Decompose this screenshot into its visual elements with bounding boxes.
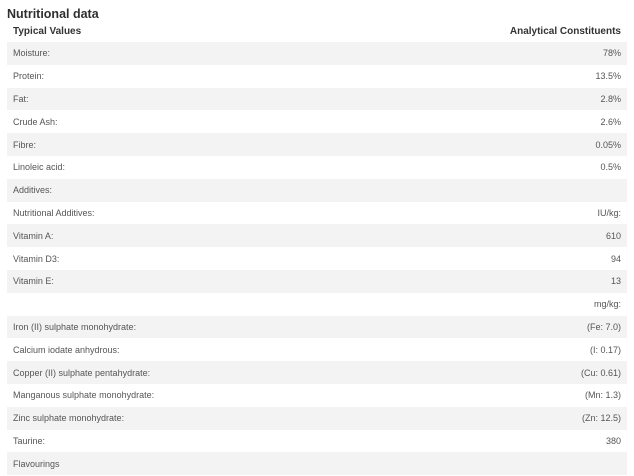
table-row: Linoleic acid: 0.5% <box>7 155 627 179</box>
row-label: Vitamin D3: <box>7 247 379 270</box>
row-label: Vitamin A: <box>7 224 379 248</box>
row-value: (Mn: 1.3) <box>379 383 627 407</box>
row-value: (Zn: 12.5) <box>379 406 627 430</box>
table-row: Zinc sulphate monohydrate: (Zn: 12.5) <box>7 406 627 430</box>
row-label: Additives: <box>7 178 379 202</box>
row-label: Fat: <box>7 87 379 111</box>
table-row: Fat: 2.8% <box>7 87 627 111</box>
table-row: Flavourings <box>7 452 627 476</box>
table-row: Protein: 13.5% <box>7 64 627 88</box>
row-label: Moisture: <box>7 42 379 65</box>
row-label <box>7 292 379 316</box>
header-typical-values: Typical Values <box>13 26 82 37</box>
table-row: Vitamin A: 610 <box>7 224 627 248</box>
table-row: Fibre: 0.05% <box>7 133 627 156</box>
table-row: Iron (II) sulphate monohydrate: (Fe: 7.0… <box>7 315 627 339</box>
table-row: Copper (II) sulphate pentahydrate: (Cu: … <box>7 361 627 384</box>
row-label: Taurine: <box>7 429 379 453</box>
table-row: Nutritional Additives: IU/kg: <box>7 201 627 225</box>
row-value: (Fe: 7.0) <box>379 315 627 339</box>
table-header-row: Typical Values Analytical Constituents <box>7 22 627 42</box>
row-value: 610 <box>379 224 627 248</box>
row-value: 2.8% <box>379 87 627 111</box>
row-value: 94 <box>379 247 627 270</box>
row-value: (I: 0.17) <box>379 338 627 362</box>
row-label: Iron (II) sulphate monohydrate: <box>7 315 379 339</box>
row-value: 380 <box>379 429 627 453</box>
row-label: Protein: <box>7 64 379 88</box>
nutrition-panel: Nutritional data Typical Values Analytic… <box>0 0 634 476</box>
row-value <box>379 452 627 476</box>
row-value: 13.5% <box>379 64 627 88</box>
table-row: Moisture: 78% <box>7 42 627 65</box>
row-label: Manganous sulphate monohydrate: <box>7 383 379 407</box>
row-value: (Cu: 0.61) <box>379 361 627 384</box>
row-value: 0.05% <box>379 133 627 156</box>
table-row: Crude Ash: 2.6% <box>7 110 627 134</box>
table-row: Calcium iodate anhydrous: (I: 0.17) <box>7 338 627 362</box>
row-label: Linoleic acid: <box>7 155 379 179</box>
table-row: mg/kg: <box>7 292 627 316</box>
table-row: Vitamin E: 13 <box>7 269 627 293</box>
row-label: Zinc sulphate monohydrate: <box>7 406 379 430</box>
row-value: IU/kg: <box>379 201 627 225</box>
row-value: 0.5% <box>379 155 627 179</box>
row-label: Crude Ash: <box>7 110 379 134</box>
row-label: Vitamin E: <box>7 269 379 293</box>
header-analytical-constituents: Analytical Constituents <box>509 26 621 37</box>
row-value: 2.6% <box>379 110 627 134</box>
row-value: 78% <box>379 42 627 65</box>
row-value: 13 <box>379 269 627 293</box>
row-value <box>379 178 627 202</box>
row-label: Flavourings <box>7 452 379 476</box>
table-row: Manganous sulphate monohydrate: (Mn: 1.3… <box>7 383 627 407</box>
nutrition-table: Typical Values Analytical Constituents M… <box>7 22 627 476</box>
row-label: Copper (II) sulphate pentahydrate: <box>7 361 379 384</box>
table-row: Vitamin D3: 94 <box>7 247 627 270</box>
row-label: Calcium iodate anhydrous: <box>7 338 379 362</box>
row-label: Fibre: <box>7 133 379 156</box>
section-title: Nutritional data <box>7 7 99 21</box>
row-value: mg/kg: <box>379 292 627 316</box>
table-row: Taurine: 380 <box>7 429 627 453</box>
row-label: Nutritional Additives: <box>7 201 379 225</box>
table-row: Additives: <box>7 178 627 202</box>
